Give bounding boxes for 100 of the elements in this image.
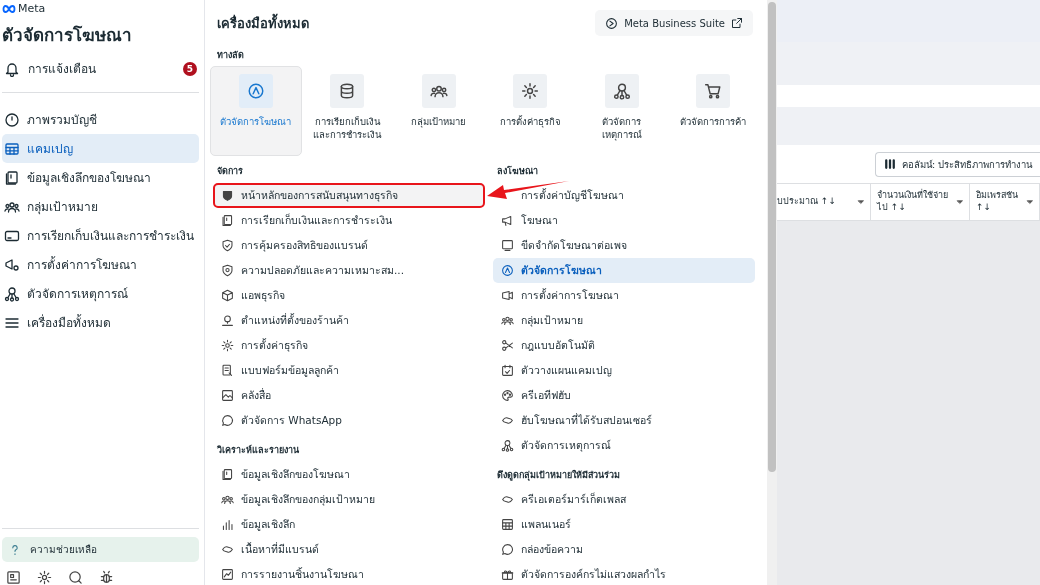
gauge-icon	[4, 111, 20, 128]
business-suite-button[interactable]: Meta Business Suite	[595, 10, 753, 36]
nodes-icon	[612, 82, 631, 100]
compass-icon	[246, 82, 265, 100]
tool-link[interactable]: เนื้อหาที่มีแบรนด์	[213, 537, 485, 562]
section-heading: จัดการ	[216, 165, 244, 178]
tool-link[interactable]: การตั้งค่าธุรกิจ	[213, 333, 485, 358]
tool-link[interactable]: ความปลอดภัยและความเหมาะสม...	[213, 258, 485, 283]
tool-link[interactable]: ครีเอเตอร์มาร์เก็ตเพลส	[493, 487, 755, 512]
sidebar-item[interactable]: การเรียกเก็บเงินและการชำระเงิน	[2, 221, 199, 250]
notifications-link[interactable]: การแจ้งเตือน 5	[2, 56, 199, 81]
tool-link[interactable]: ขีดจำกัดโฆษณาต่อเพจ	[493, 233, 755, 258]
column-header[interactable]: อิมเพรสชัน ↑↓	[970, 184, 1040, 220]
bug-icon	[99, 570, 114, 585]
line-chart-icon	[221, 568, 234, 581]
scrollbar-thumb[interactable]	[768, 2, 776, 472]
search-icon	[68, 570, 83, 585]
caret-icon	[856, 197, 866, 207]
tool-link[interactable]: ตัวจัดการ WhatsApp	[213, 408, 485, 433]
form-icon	[221, 364, 234, 377]
section-heading: วิเคราะห์และรายงาน	[216, 443, 300, 457]
settings-icon	[37, 570, 52, 585]
cube-icon	[221, 289, 234, 302]
shield-check-icon	[221, 239, 234, 252]
tool-link[interactable]: ฮับโฆษณาที่ได้รับสปอนเซอร์	[493, 408, 755, 433]
shortcut-tile[interactable]: การเรียกเก็บเงินและการชำระเงิน	[301, 66, 393, 156]
shield-icon	[221, 264, 234, 277]
column-header[interactable]: จำนวนเงินที่ใช้จ่ายไป ↑↓	[871, 184, 970, 220]
compass-icon	[501, 264, 514, 277]
tool-link[interactable]: ข้อมูลเชิงลึกของโฆษณา	[213, 462, 485, 487]
caret-icon	[955, 197, 965, 207]
tool-link[interactable]: ตัววางแผนแคมเปญ	[493, 358, 755, 383]
sidebar-item[interactable]: กลุ่มเป้าหมาย	[2, 192, 199, 221]
shortcut-tile[interactable]: ตัวจัดการโฆษณา	[210, 66, 302, 156]
caret-icon	[1025, 197, 1035, 207]
tool-link[interactable]: ข้อมูลเชิงลึก	[213, 512, 485, 537]
shield-icon	[221, 189, 234, 202]
section-heading: ดึงดูดกลุ่มเป้าหมายให้มีส่วนร่วม	[496, 469, 621, 482]
play-circle-icon	[605, 16, 619, 30]
notification-badge: 5	[183, 61, 197, 76]
news-icon	[6, 570, 21, 585]
tool-link[interactable]: ครีเอทีฟฮับ	[493, 383, 755, 408]
tool-link[interactable]: การตั้งค่าบัญชีโฆษณา	[493, 183, 755, 208]
tool-link[interactable]: กลุ่มเป้าหมาย	[493, 308, 755, 333]
tool-link[interactable]: การรายงานชิ้นงานโฆษณา	[213, 562, 485, 585]
palette-icon	[501, 389, 514, 402]
tool-link[interactable]: การคุ้มครองสิทธิของแบรนด์	[213, 233, 485, 258]
document-icon	[4, 169, 20, 186]
bar-chart-icon	[221, 518, 234, 531]
location-icon	[221, 314, 234, 327]
tool-link[interactable]: คลังสื่อ	[213, 383, 485, 408]
tool-link[interactable]: แบบฟอร์มข้อมูลลูกค้า	[213, 358, 485, 383]
external-link-icon	[731, 17, 743, 29]
image-icon	[221, 389, 234, 402]
app-title: ตัวจัดการโฆษณา	[2, 24, 133, 47]
calendar-icon	[501, 364, 514, 377]
tool-link[interactable]: แพลนเนอร์	[493, 512, 755, 537]
tool-link[interactable]: ตัวจัดการโฆษณา	[493, 258, 755, 283]
column-header[interactable]: บประมาณ ↑↓	[777, 184, 871, 220]
section-heading: ทางลัด	[216, 49, 245, 62]
tool-link[interactable]: การเรียกเก็บเงินและการชำระเงิน	[213, 208, 485, 233]
news-button[interactable]	[6, 570, 21, 585]
tool-link[interactable]: ข้อมูลเชิงลึกของกลุ่มเป้าหมาย	[213, 487, 485, 512]
people-icon	[501, 314, 514, 327]
sidebar-item[interactable]: แคมเปญ	[2, 134, 199, 163]
chat-icon	[501, 543, 514, 556]
nodes-icon	[4, 285, 20, 302]
shortcut-tile[interactable]: กลุ่มเป้าหมาย	[393, 66, 485, 156]
tool-link[interactable]: โฆษณา	[493, 208, 755, 233]
tool-link[interactable]: ตัวจัดการเหตุการณ์	[493, 433, 755, 458]
search-button[interactable]	[68, 570, 83, 585]
tool-link[interactable]: ตัวจัดการองค์กรไม่แสวงผลกำไร	[493, 562, 755, 585]
shortcut-tile[interactable]: ตัวจัดการเหตุการณ์	[576, 66, 668, 156]
bell-icon	[4, 60, 20, 77]
tool-link[interactable]: กล่องข้อความ	[493, 537, 755, 562]
panel-title: เครื่องมือทั้งหมด	[217, 12, 309, 33]
settings-button[interactable]	[37, 570, 52, 585]
columns-icon	[884, 158, 896, 170]
screen-icon	[501, 239, 514, 252]
tool-link[interactable]: แอพธุรกิจ	[213, 283, 485, 308]
sidebar-item[interactable]: ภาพรวมบัญชี	[2, 105, 199, 134]
sidebar-item[interactable]: เครื่องมือทั้งหมด	[2, 308, 199, 337]
columns-button[interactable]: คอลัมน์: ประสิทธิภาพการทำงาน	[875, 151, 1040, 177]
tool-link[interactable]: การตั้งค่าการโฆษณา	[493, 283, 755, 308]
sidebar-item[interactable]: ตัวจัดการเหตุการณ์	[2, 279, 199, 308]
sidebar-item[interactable]: ข้อมูลเชิงลึกของโฆษณา	[2, 163, 199, 192]
document-icon	[221, 468, 234, 481]
help-link[interactable]: ความช่วยเหลือ	[2, 537, 199, 562]
chat-icon	[221, 414, 234, 427]
shortcut-tile[interactable]: ตัวจัดการการค้า	[667, 66, 759, 156]
bug-report-button[interactable]	[99, 570, 114, 585]
section-heading: ลงโฆษณา	[496, 165, 539, 178]
shortcut-tile[interactable]: การตั้งค่าธุรกิจ	[484, 66, 576, 156]
brand-name: Meta	[18, 2, 46, 15]
tool-link[interactable]: ตำแหน่งที่ตั้งของร้านค้า	[213, 308, 485, 333]
tool-link[interactable]: กฎแบบอัตโนมัติ	[493, 333, 755, 358]
document-icon	[221, 214, 234, 227]
sidebar-item[interactable]: การตั้งค่าการโฆษณา	[2, 250, 199, 279]
infinity-logo-icon	[2, 3, 16, 14]
nodes-icon	[501, 439, 514, 452]
